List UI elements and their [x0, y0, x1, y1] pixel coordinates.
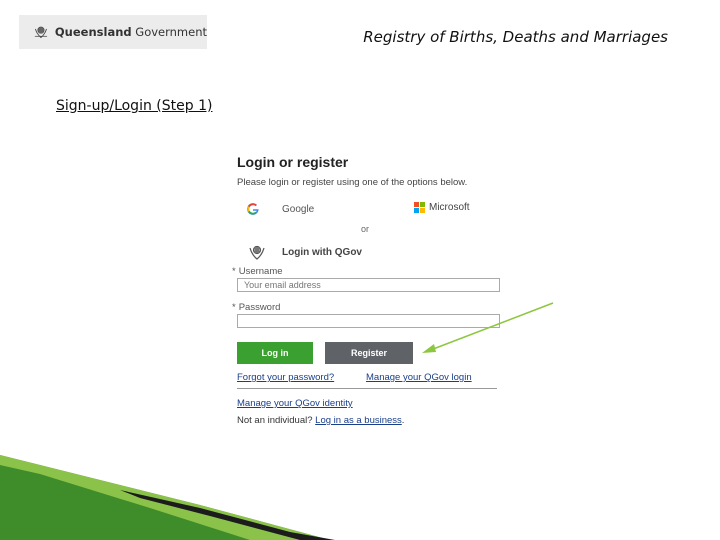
decorative-swoosh: [0, 455, 335, 540]
